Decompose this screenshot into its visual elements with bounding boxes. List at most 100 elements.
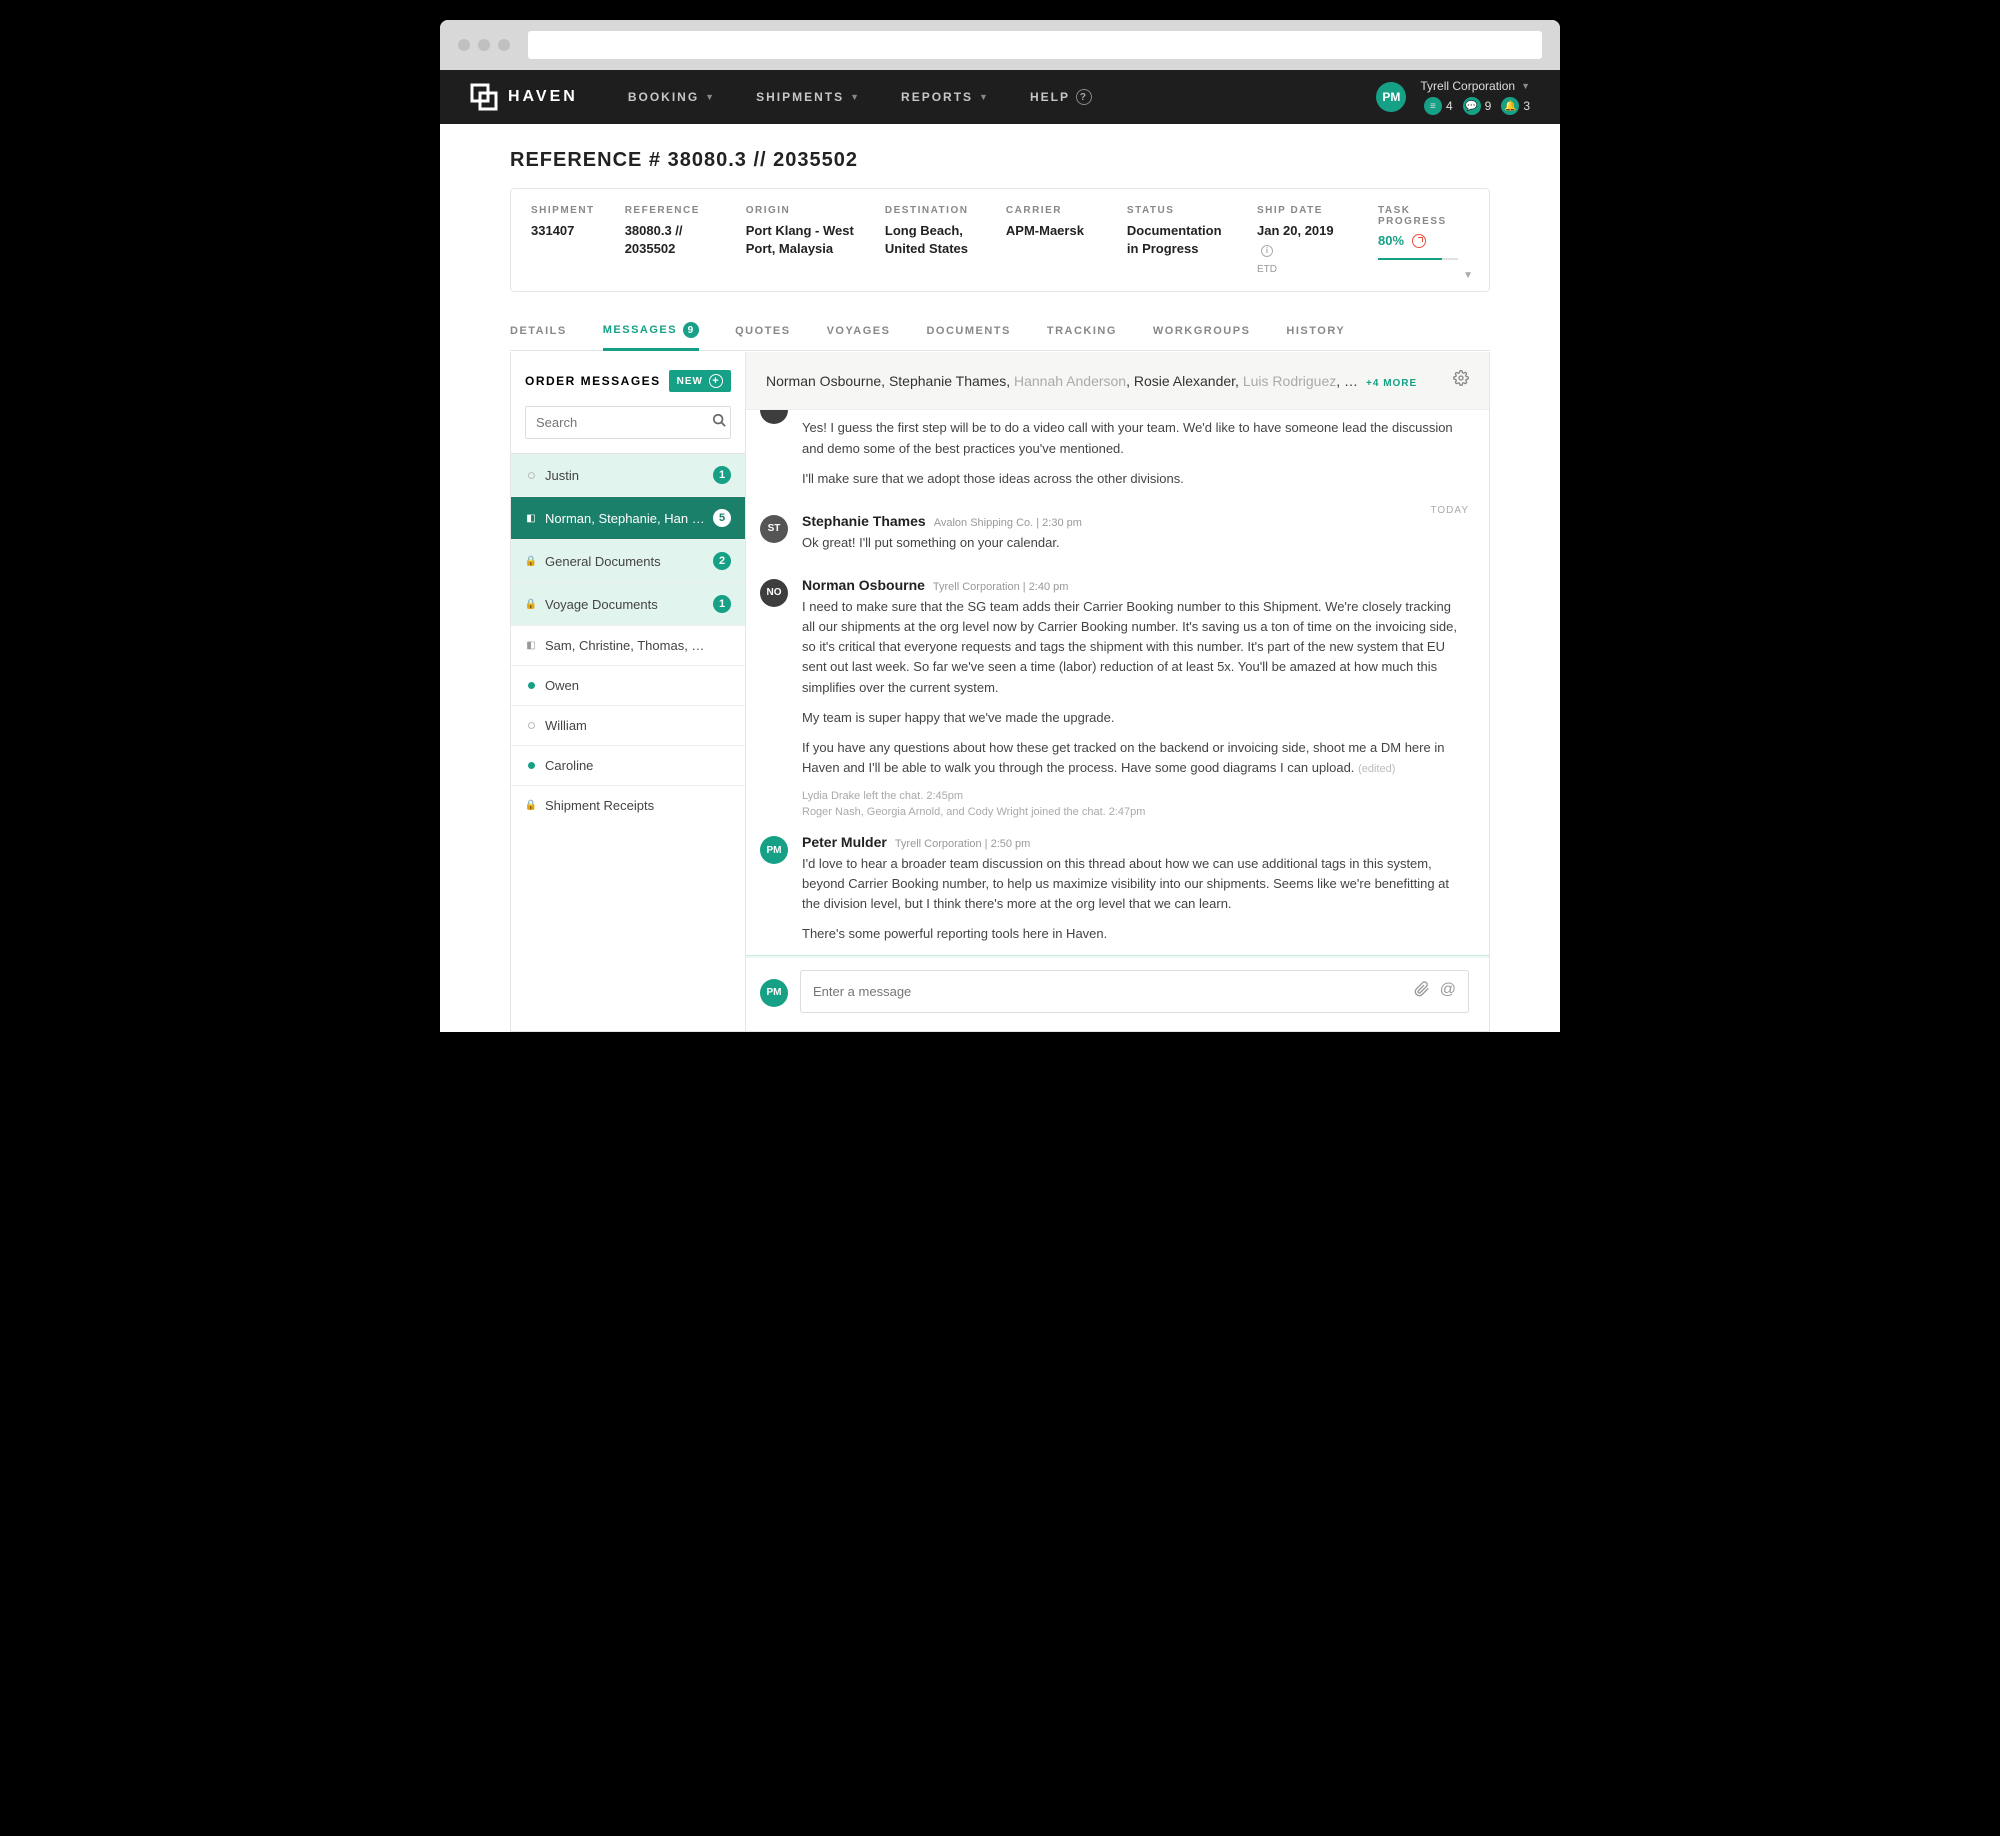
- progress-fill: [1378, 258, 1442, 260]
- window-controls[interactable]: [458, 39, 510, 51]
- tab-voyages[interactable]: VOYAGES: [827, 312, 891, 350]
- logo-text: HAVEN: [508, 88, 578, 106]
- composer: PM @: [746, 958, 1489, 1031]
- message-head: Stephanie Thames Avalon Shipping Co. | 2…: [802, 513, 1465, 529]
- new-thread-button[interactable]: NEW+: [669, 370, 731, 392]
- avatar: PM: [760, 836, 788, 864]
- sidebar-title: ORDER MESSAGES: [525, 374, 661, 388]
- summary-label: DESTINATION: [885, 205, 976, 216]
- thread-shipment-receipts[interactable]: 🔒Shipment Receipts: [511, 785, 745, 825]
- indicator-alerts[interactable]: 🔔3: [1501, 97, 1530, 115]
- progress-percent: 80%: [1378, 233, 1404, 248]
- message-author: Norman Osbourne: [802, 577, 925, 593]
- collapse-toggle[interactable]: ▼: [1463, 270, 1473, 281]
- thread-badge: 1: [713, 595, 731, 613]
- summary-sub: ETD: [1257, 264, 1348, 275]
- topnav: BOOKING▼ SHIPMENTS▼ REPORTS▼ HELP?: [628, 89, 1092, 105]
- summary-value: Port Klang - West Port, Malaysia: [746, 222, 855, 258]
- system-message: Lydia Drake left the chat. 2:45pm: [746, 788, 1489, 804]
- thread-voyage-documents[interactable]: 🔒Voyage Documents1: [511, 582, 745, 625]
- composer-input-wrap[interactable]: @: [800, 970, 1469, 1013]
- tab-documents[interactable]: DOCUMENTS: [926, 312, 1010, 350]
- composer-icons: @: [1414, 981, 1456, 1002]
- indicators: ≡4 💬9 🔔3: [1424, 97, 1530, 115]
- chat-settings-button[interactable]: [1453, 370, 1469, 391]
- mention-icon[interactable]: @: [1440, 981, 1456, 1002]
- summary-shipment: SHIPMENT 331407: [531, 205, 595, 275]
- search-icon: [712, 413, 726, 432]
- message-meta: Tyrell Corporation | 2:50 pm: [895, 838, 1031, 850]
- message-row: PM Peter Mulder Tyrell Corporation | 2:5…: [746, 820, 1489, 955]
- participants-more[interactable]: +4 MORE: [1366, 378, 1417, 389]
- thread-general-documents[interactable]: 🔒General Documents2: [511, 539, 745, 582]
- attachment-icon[interactable]: [1414, 981, 1430, 1002]
- tab-quotes[interactable]: QUOTES: [735, 312, 790, 350]
- url-bar[interactable]: [528, 31, 1542, 59]
- message-text: I need to make sure that the SG team add…: [802, 597, 1465, 778]
- summary-value: 38080.3 // 2035502: [625, 222, 716, 258]
- thread-justin[interactable]: Justin1: [511, 453, 745, 496]
- thread-caroline[interactable]: Caroline: [511, 745, 745, 785]
- message-paragraph: Ok great! I'll put something on your cal…: [802, 533, 1465, 553]
- status-offline-icon: [525, 472, 537, 479]
- message-row: NO Norman Osbourne Tyrell Corporation | …: [746, 563, 1489, 788]
- thread-william[interactable]: William: [511, 705, 745, 745]
- message-input[interactable]: [813, 984, 1414, 999]
- message-author: Peter Mulder: [802, 834, 887, 850]
- close-dot[interactable]: [458, 39, 470, 51]
- summary-label: ORIGIN: [746, 205, 855, 216]
- org-menu[interactable]: Tyrell Corporation▼: [1420, 79, 1530, 93]
- user-avatar[interactable]: PM: [1376, 82, 1406, 112]
- thread-sam-group[interactable]: ◧Sam, Christine, Thomas, …: [511, 625, 745, 665]
- logo[interactable]: HAVEN: [470, 83, 578, 111]
- minimize-dot[interactable]: [478, 39, 490, 51]
- participants: Norman Osbourne, Stephanie Thames, Hanna…: [766, 373, 1417, 389]
- summary-carrier: CARRIER APM-Maersk: [1006, 205, 1097, 275]
- summary-label: STATUS: [1127, 205, 1227, 216]
- tab-details[interactable]: DETAILS: [510, 312, 567, 350]
- tab-history[interactable]: HISTORY: [1286, 312, 1345, 350]
- participant: Norman Osbourne, Stephanie Thames,: [766, 373, 1014, 389]
- thread-norman-group[interactable]: ◧Norman, Stephanie, Han …5: [511, 496, 745, 539]
- thread-owen[interactable]: Owen: [511, 665, 745, 705]
- message-head: Norman Osbourne Tyrell Corporation | 2:4…: [802, 577, 1465, 593]
- summary-value: 331407: [531, 222, 595, 240]
- status-online-icon: [525, 682, 537, 689]
- thread-name: Norman, Stephanie, Han …: [545, 511, 705, 526]
- nav-shipments-label: SHIPMENTS: [756, 90, 844, 104]
- nav-booking[interactable]: BOOKING▼: [628, 89, 716, 105]
- summary-value: Jan 20, 2019 i: [1257, 222, 1348, 258]
- sidebar: ORDER MESSAGES NEW+ Justin1 ◧ Norman, Ste…: [511, 352, 746, 1031]
- summary-origin: ORIGIN Port Klang - West Port, Malaysia: [746, 205, 855, 275]
- message-row-new: NO NEW Norman Osbourne Tyrell Corporatio…: [746, 955, 1489, 959]
- message-text: I'd love to hear a broader team discussi…: [802, 854, 1465, 945]
- participant: , …: [1336, 373, 1358, 389]
- search-input[interactable]: [536, 415, 712, 430]
- indicator-messages[interactable]: 💬9: [1463, 97, 1492, 115]
- tab-tracking[interactable]: TRACKING: [1047, 312, 1117, 350]
- message-paragraph: My team is super happy that we've made t…: [802, 708, 1465, 728]
- indicator-tasks[interactable]: ≡4: [1424, 97, 1453, 115]
- tab-workgroups[interactable]: WORKGROUPS: [1153, 312, 1251, 350]
- ship-date-value: Jan 20, 2019: [1257, 223, 1334, 238]
- lock-icon: 🔒: [525, 556, 537, 567]
- info-icon[interactable]: i: [1261, 245, 1273, 257]
- message-body: Norman Osbourne Tyrell Corporation | 2:4…: [802, 577, 1465, 778]
- tab-messages[interactable]: MESSAGES9: [603, 312, 699, 351]
- nav-reports[interactable]: REPORTS▼: [901, 89, 990, 105]
- nav-shipments[interactable]: SHIPMENTS▼: [756, 89, 861, 105]
- zoom-dot[interactable]: [498, 39, 510, 51]
- tabs: DETAILS MESSAGES9 QUOTES VOYAGES DOCUMEN…: [510, 312, 1490, 351]
- messages-scroll[interactable]: Yes! I guess the first step will be to d…: [746, 410, 1489, 958]
- nav-help[interactable]: HELP?: [1030, 89, 1092, 105]
- search-box[interactable]: [525, 406, 731, 439]
- bell-icon: 🔔: [1501, 97, 1519, 115]
- org-name-label: Tyrell Corporation: [1420, 79, 1515, 93]
- thread-name: Shipment Receipts: [545, 798, 731, 813]
- thread-name: Voyage Documents: [545, 597, 705, 612]
- summary-label: REFERENCE: [625, 205, 716, 216]
- logo-icon: [470, 83, 498, 111]
- message-row: ST Stephanie Thames Avalon Shipping Co. …: [746, 499, 1489, 563]
- shipment-summary: SHIPMENT 331407 REFERENCE 38080.3 // 203…: [510, 188, 1490, 292]
- group-icon: ◧: [525, 513, 537, 524]
